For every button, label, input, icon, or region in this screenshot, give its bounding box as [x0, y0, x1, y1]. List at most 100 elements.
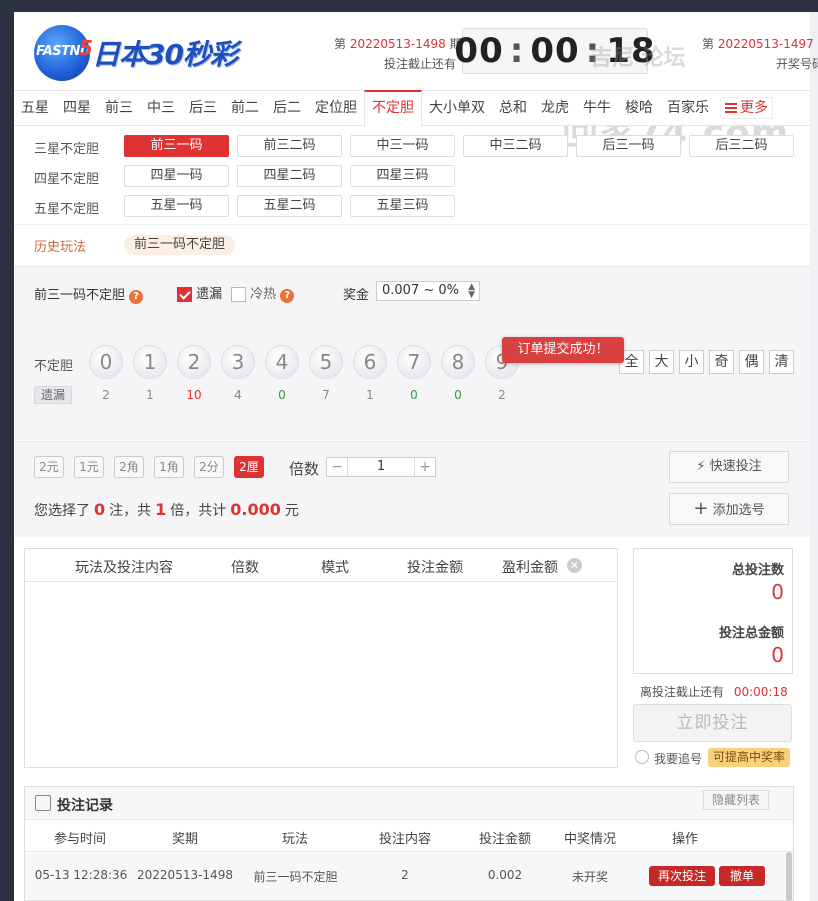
tab-3[interactable]: 中三 — [140, 90, 182, 126]
tab-6[interactable]: 后二 — [266, 90, 308, 126]
unit-button[interactable]: 2厘 — [234, 456, 264, 478]
help-icon[interactable]: ? — [129, 290, 144, 304]
play-option-button[interactable]: 中三二码 — [463, 135, 568, 157]
number-ball[interactable]: 4 — [265, 345, 299, 379]
miss-value: 10 — [186, 388, 202, 402]
play-option-button[interactable]: 前三一码 — [124, 135, 229, 157]
lightning-icon: ⚡ — [696, 459, 706, 474]
records-column-header: 投注金额 — [478, 832, 531, 847]
play-option-button[interactable]: 五星一码 — [124, 195, 229, 217]
tab-11[interactable]: 龙虎 — [534, 90, 576, 126]
hotcold-checkbox[interactable] — [231, 287, 246, 302]
clear-cart-icon[interactable]: ✕ — [567, 558, 582, 573]
miss-value: 2 — [498, 388, 506, 402]
hide-list-button[interactable]: 隐藏列表 — [702, 790, 769, 810]
miss-value: 7 — [322, 388, 330, 402]
prize-select[interactable]: 0.007 ~ 0% ▲ ▼ — [376, 281, 480, 301]
play-option-button[interactable]: 后三二码 — [689, 135, 794, 157]
play-option-button[interactable]: 五星二码 — [237, 195, 342, 217]
total-count: 0 — [771, 580, 784, 604]
add-selection-button[interactable]: + 添加选号 — [669, 493, 789, 525]
bet-deadline: 离投注截止还有 00:00:18 — [640, 685, 788, 699]
unit-button[interactable]: 1元 — [74, 456, 104, 478]
number-ball[interactable]: 5 — [309, 345, 343, 379]
tab-13[interactable]: 梭哈 — [618, 90, 660, 126]
quick-bet-button[interactable]: ⚡ 快速投注 — [669, 451, 789, 483]
tab-7[interactable]: 定位胆 — [308, 90, 364, 126]
tab-8[interactable]: 不定胆 — [364, 90, 422, 127]
tab-10[interactable]: 总和 — [492, 90, 534, 126]
plus-button[interactable]: + — [415, 458, 435, 476]
quick-select-button[interactable]: 清 — [769, 350, 794, 374]
tab-4[interactable]: 后三 — [182, 90, 224, 126]
success-toast: 订单提交成功！ — [502, 337, 624, 363]
minus-button[interactable]: − — [327, 458, 347, 476]
rebet-button[interactable]: 再次投注 — [649, 866, 715, 886]
tab-12[interactable]: 牛牛 — [576, 90, 618, 126]
right-rail — [810, 12, 818, 901]
quick-select-button[interactable]: 小 — [679, 350, 704, 374]
records-column-header: 参与时间 — [53, 832, 106, 847]
multiplier-stepper[interactable]: − 1 + — [326, 457, 436, 477]
chase-radio[interactable] — [635, 750, 649, 764]
select-arrows-icon: ▲ ▼ — [468, 282, 475, 300]
unit-button[interactable]: 1角 — [154, 456, 184, 478]
total-count-label: 总投注数 — [731, 563, 784, 578]
play-option-button[interactable]: 四星三码 — [350, 165, 455, 187]
miss-value: 0 — [278, 388, 286, 402]
play-option-button[interactable]: 四星二码 — [237, 165, 342, 187]
number-ball[interactable]: 0 — [89, 345, 123, 379]
tab-5[interactable]: 前二 — [224, 90, 266, 126]
play-option-button[interactable]: 五星三码 — [350, 195, 455, 217]
unit-button[interactable]: 2分 — [194, 456, 224, 478]
game-title: 日本30秒彩 — [92, 38, 238, 71]
record-content: 2 — [401, 868, 409, 882]
cart-header: 玩法及投注内容 倍数 模式 投注金额 盈利金额 ✕ — [25, 549, 617, 582]
unit-button[interactable]: 2元 — [34, 456, 64, 478]
place-bet-button[interactable]: 立即投注 — [633, 704, 792, 742]
quick-select-button[interactable]: 偶 — [739, 350, 764, 374]
prize-label: 奖金 — [343, 288, 370, 303]
cart-column-header: 投注金额 — [407, 560, 463, 576]
miss-checkbox[interactable] — [177, 287, 192, 302]
tab-14[interactable]: 百家乐 — [660, 90, 716, 126]
unit-button[interactable]: 2角 — [114, 456, 144, 478]
quick-select-button[interactable]: 奇 — [709, 350, 734, 374]
cart-column-header: 玩法及投注内容 — [75, 560, 173, 576]
tab-2[interactable]: 前三 — [98, 90, 140, 126]
history-chip[interactable]: 前三一码不定胆 — [124, 235, 236, 255]
more-button[interactable]: 更多 — [720, 97, 773, 119]
left-rail — [0, 12, 14, 901]
play-name: 前三一码不定胆 ? — [34, 284, 144, 304]
play-row-label-0: 三星不定胆 — [34, 142, 100, 157]
records-column-header: 操作 — [671, 832, 698, 847]
play-option-button[interactable]: 中三一码 — [350, 135, 455, 157]
multiplier-value[interactable]: 1 — [347, 458, 415, 476]
help-icon[interactable]: ? — [280, 289, 295, 303]
quick-select-button[interactable]: 大 — [649, 350, 674, 374]
number-ball[interactable]: 8 — [441, 345, 475, 379]
number-ball[interactable]: 2 — [177, 345, 211, 379]
chase-label: 我要追号 — [654, 752, 703, 766]
play-option-button[interactable]: 后三一码 — [576, 135, 681, 157]
tab-9[interactable]: 大小单双 — [422, 90, 492, 126]
records-scrollbar[interactable] — [786, 852, 792, 901]
number-ball[interactable]: 6 — [353, 345, 387, 379]
cancel-order-button[interactable]: 撤单 — [719, 866, 765, 886]
hotcold-toggle[interactable]: 冷热 ? — [231, 283, 295, 303]
current-issue: 第 20220513-1498 期 — [334, 37, 462, 51]
draw-label: 开奖号码 — [776, 57, 818, 71]
records-title: 投注记录 — [57, 798, 113, 814]
play-row-label-2: 五星不定胆 — [34, 202, 100, 217]
play-row-label-1: 四星不定胆 — [34, 172, 100, 187]
number-ball[interactable]: 3 — [221, 345, 255, 379]
tab-0[interactable]: 五星 — [14, 90, 56, 126]
play-option-button[interactable]: 前三二码 — [237, 135, 342, 157]
play-option-button[interactable]: 四星一码 — [124, 165, 229, 187]
number-ball[interactable]: 1 — [133, 345, 167, 379]
tab-1[interactable]: 四星 — [56, 90, 98, 126]
number-ball[interactable]: 7 — [397, 345, 431, 379]
logo-number: 5 — [79, 36, 93, 60]
selection-summary: 您选择了 0 注，共 1 倍，共计 0.000 元 — [34, 500, 299, 519]
miss-toggle[interactable]: 遗漏 — [177, 283, 222, 302]
